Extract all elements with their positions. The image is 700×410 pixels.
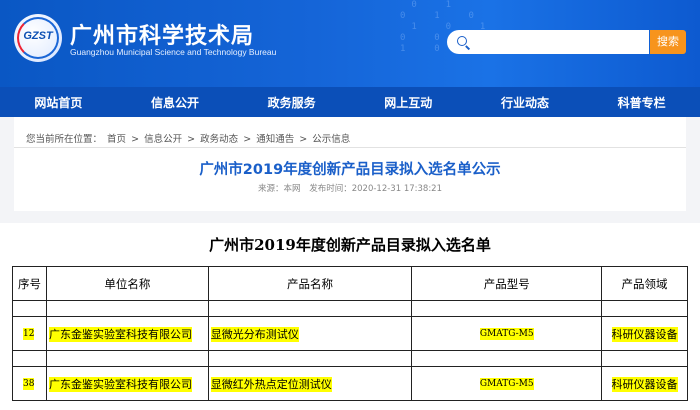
header-product-field: 产品领域 (601, 266, 688, 301)
breadcrumb-item-public-info[interactable]: 公示信息 (312, 134, 350, 145)
cell-product-name: 显微红外热点定位测试仪 (210, 376, 332, 392)
article-published-time: 发布时间：2020-12-31 17:38:21 (309, 184, 442, 194)
site-header: 0 1 0 1 0 1 0 1 0 0 1 1 0 1 GZST 广州市科学技术… (0, 0, 700, 87)
search-button[interactable]: 搜索 (650, 30, 686, 54)
header-product-name: 产品名称 (207, 266, 413, 301)
site-logo[interactable]: GZST (14, 14, 62, 62)
main-nav: 网站首页 信息公开 政务服务 网上互动 行业动态 科普专栏 (0, 87, 700, 117)
search-icon (457, 36, 467, 46)
article-title: 广州市2019年度创新产品目录拟入选名单公示 (199, 162, 501, 178)
header-product-model: 产品型号 (411, 266, 603, 301)
cell-product-name: 显微光分布测试仪 (210, 326, 299, 342)
cell-product-model: GMATG-M5 (479, 377, 534, 390)
table-gap-row (12, 350, 688, 367)
site-title: 广州市科学技术局 (70, 24, 255, 49)
nav-item-science-popularization[interactable]: 科普专栏 (608, 94, 676, 111)
nav-item-gov-services[interactable]: 政务服务 (258, 94, 326, 111)
nav-item-home[interactable]: 网站首页 (24, 94, 92, 111)
breadcrumb-prefix: 您当前所在位置： (26, 134, 103, 145)
cell-product-field: 科研仪器设备 (611, 326, 678, 342)
nav-item-info-disclosure[interactable]: 信息公开 (141, 94, 209, 111)
page-margin-left (0, 117, 14, 211)
breadcrumb-separator: > (243, 134, 252, 145)
breadcrumb-separator: > (299, 134, 308, 145)
document-title: 广州市2019年度创新产品目录拟入选名单 (209, 236, 491, 254)
cell-seq: 12 (23, 327, 35, 340)
breadcrumb-item-info-disclosure[interactable]: 信息公开 (144, 134, 182, 145)
breadcrumb-separator: > (187, 134, 196, 145)
search-input[interactable] (447, 30, 649, 54)
table-header-row: 序号 单位名称 产品名称 产品型号 产品领域 (12, 266, 688, 301)
breadcrumb-divider (14, 147, 686, 148)
breadcrumb-separator: > (131, 134, 140, 145)
table-row: 12 广东金鉴实验室科技有限公司 显微光分布测试仪 GMATG-M5 科研仪器设… (12, 316, 688, 351)
nav-item-industry-news[interactable]: 行业动态 (491, 94, 559, 111)
product-list-table: 序号 单位名称 产品名称 产品型号 产品领域 12 广东金鉴实验室科技有限公司 … (12, 266, 688, 401)
nav-item-online-interaction[interactable]: 网上互动 (374, 94, 442, 111)
cell-unit-name: 广东金鉴实验室科技有限公司 (48, 326, 192, 342)
cell-product-field: 科研仪器设备 (611, 376, 678, 392)
page-margin-right (686, 117, 700, 211)
table-row: 38 广东金鉴实验室科技有限公司 显微红外热点定位测试仪 GMATG-M5 科研… (12, 366, 688, 401)
section-gap (0, 211, 700, 223)
cell-unit-name: 广东金鉴实验室科技有限公司 (48, 376, 192, 392)
article-meta: 来源：本网 发布时间：2020-12-31 17:38:21 (14, 182, 686, 194)
article-panel: 您当前所在位置： 首页 > 信息公开 > 政务动态 > 通知通告 > 公示信息 … (14, 125, 686, 211)
header-seq: 序号 (12, 266, 47, 301)
logo-text: GZST (23, 30, 53, 42)
header-unit-name: 单位名称 (45, 266, 209, 301)
breadcrumb-item-gov-news[interactable]: 政务动态 (200, 134, 238, 145)
article-source: 来源：本网 (258, 184, 301, 194)
breadcrumb: 您当前所在位置： 首页 > 信息公开 > 政务动态 > 通知通告 > 公示信息 (26, 131, 352, 145)
cell-product-model: GMATG-M5 (479, 327, 534, 340)
breadcrumb-item-notices[interactable]: 通知通告 (256, 134, 294, 145)
table-gap-row (12, 300, 688, 317)
cell-seq: 38 (23, 377, 35, 390)
site-subtitle: Guangzhou Municipal Science and Technolo… (70, 47, 277, 57)
breadcrumb-item-home[interactable]: 首页 (107, 134, 126, 145)
